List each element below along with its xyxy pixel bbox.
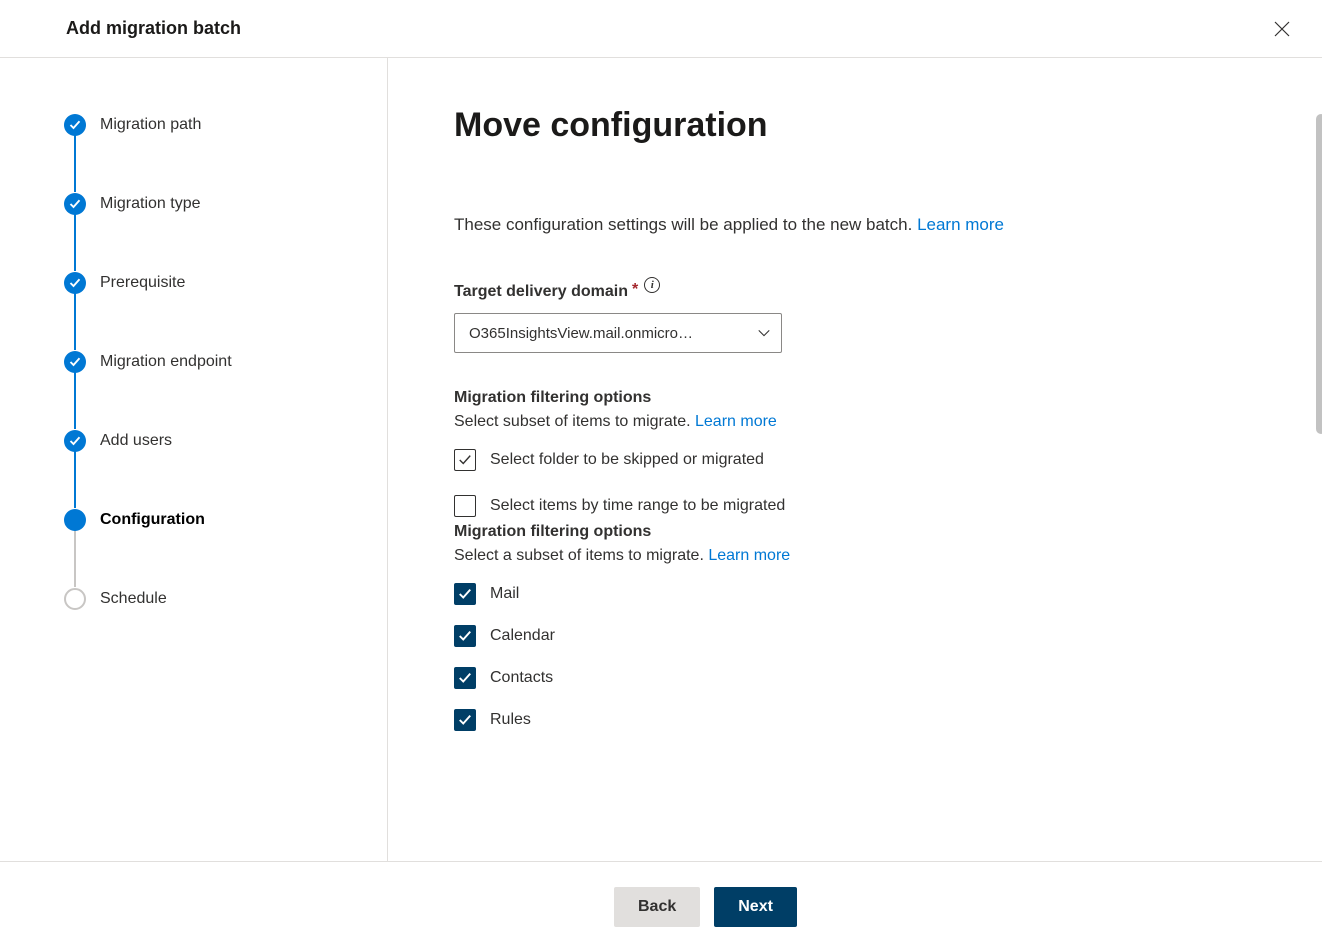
step-list: Migration path Migration type Prerequisi… — [64, 113, 367, 611]
checkbox-label: Contacts — [490, 669, 553, 687]
intro-text: These configuration settings will be app… — [454, 215, 1262, 235]
sub-text: Select a subset of items to migrate. — [454, 547, 708, 564]
step-label: Schedule — [100, 590, 167, 608]
back-button[interactable]: Back — [614, 887, 700, 927]
step-label: Add users — [100, 432, 172, 450]
dropdown-selected-value: O365InsightsView.mail.onmicro… — [469, 325, 693, 342]
checkbox-icon — [454, 625, 476, 647]
sub-text: Select subset of items to migrate. — [454, 413, 695, 430]
main-content: Move configuration These configuration s… — [388, 58, 1322, 861]
step-connector — [74, 528, 76, 587]
checkbox-select-folder[interactable]: Select folder to be skipped or migrated — [454, 449, 1262, 471]
checkbox-icon — [454, 667, 476, 689]
check-icon — [64, 272, 86, 294]
step-connector — [74, 133, 76, 192]
step-prerequisite[interactable]: Prerequisite — [64, 271, 367, 295]
checkbox-icon — [454, 709, 476, 731]
step-connector — [74, 212, 76, 271]
checkbox-contacts[interactable]: Contacts — [454, 667, 1262, 689]
step-label: Prerequisite — [100, 274, 185, 292]
step-migration-type[interactable]: Migration type — [64, 192, 367, 216]
wizard-sidebar: Migration path Migration type Prerequisi… — [0, 58, 388, 861]
required-asterisk: * — [632, 281, 638, 299]
next-button[interactable]: Next — [714, 887, 797, 927]
step-label: Migration type — [100, 195, 201, 213]
checkbox-label: Select items by time range to be migrate… — [490, 497, 785, 515]
step-label: Migration endpoint — [100, 353, 232, 371]
checkbox-calendar[interactable]: Calendar — [454, 625, 1262, 647]
step-label: Migration path — [100, 116, 201, 134]
checkbox-time-range[interactable]: Select items by time range to be migrate… — [454, 495, 1262, 517]
checkbox-label: Select folder to be skipped or migrated — [490, 451, 764, 469]
close-button[interactable] — [1266, 13, 1298, 45]
learn-more-link[interactable]: Learn more — [708, 547, 790, 564]
checkbox-label: Rules — [490, 711, 531, 729]
learn-more-link[interactable]: Learn more — [695, 413, 777, 430]
check-icon — [64, 430, 86, 452]
learn-more-link[interactable]: Learn more — [917, 215, 1004, 234]
page-heading: Move configuration — [454, 106, 1262, 145]
step-connector — [74, 291, 76, 350]
filter-options-title-1: Migration filtering options — [454, 389, 1262, 407]
checkbox-mail[interactable]: Mail — [454, 583, 1262, 605]
close-icon — [1274, 21, 1290, 37]
info-icon[interactable]: i — [644, 277, 660, 293]
label-text: Target delivery domain — [454, 283, 628, 301]
checkbox-rules[interactable]: Rules — [454, 709, 1262, 731]
panel-header: Add migration batch — [0, 0, 1322, 58]
step-migration-endpoint[interactable]: Migration endpoint — [64, 350, 367, 374]
checkbox-icon — [454, 583, 476, 605]
checkbox-icon — [454, 495, 476, 517]
checkbox-icon — [454, 449, 476, 471]
filter-options-sub-2: Select a subset of items to migrate. Lea… — [454, 547, 1262, 565]
current-step-icon — [64, 509, 86, 531]
target-domain-dropdown[interactable]: O365InsightsView.mail.onmicro… — [454, 313, 782, 353]
step-connector — [74, 370, 76, 429]
wizard-footer: Back Next — [0, 861, 1322, 951]
step-schedule[interactable]: Schedule — [64, 587, 367, 611]
filter-options-title-2: Migration filtering options — [454, 523, 1262, 541]
step-migration-path[interactable]: Migration path — [64, 113, 367, 137]
target-domain-label: Target delivery domain * i — [454, 283, 1262, 301]
step-configuration[interactable]: Configuration — [64, 508, 367, 532]
panel-title: Add migration batch — [66, 18, 241, 39]
target-domain-field: Target delivery domain * i O365InsightsV… — [454, 283, 1262, 353]
check-icon — [64, 114, 86, 136]
step-label: Configuration — [100, 511, 205, 529]
step-add-users[interactable]: Add users — [64, 429, 367, 453]
filter-options-sub-1: Select subset of items to migrate. Learn… — [454, 413, 1262, 431]
check-icon — [64, 193, 86, 215]
checkbox-label: Mail — [490, 585, 519, 603]
intro-text-body: These configuration settings will be app… — [454, 215, 917, 234]
chevron-down-icon — [757, 326, 771, 340]
checkbox-label: Calendar — [490, 627, 555, 645]
scrollbar-thumb[interactable] — [1316, 114, 1322, 434]
check-icon — [64, 351, 86, 373]
step-connector — [74, 449, 76, 508]
pending-step-icon — [64, 588, 86, 610]
